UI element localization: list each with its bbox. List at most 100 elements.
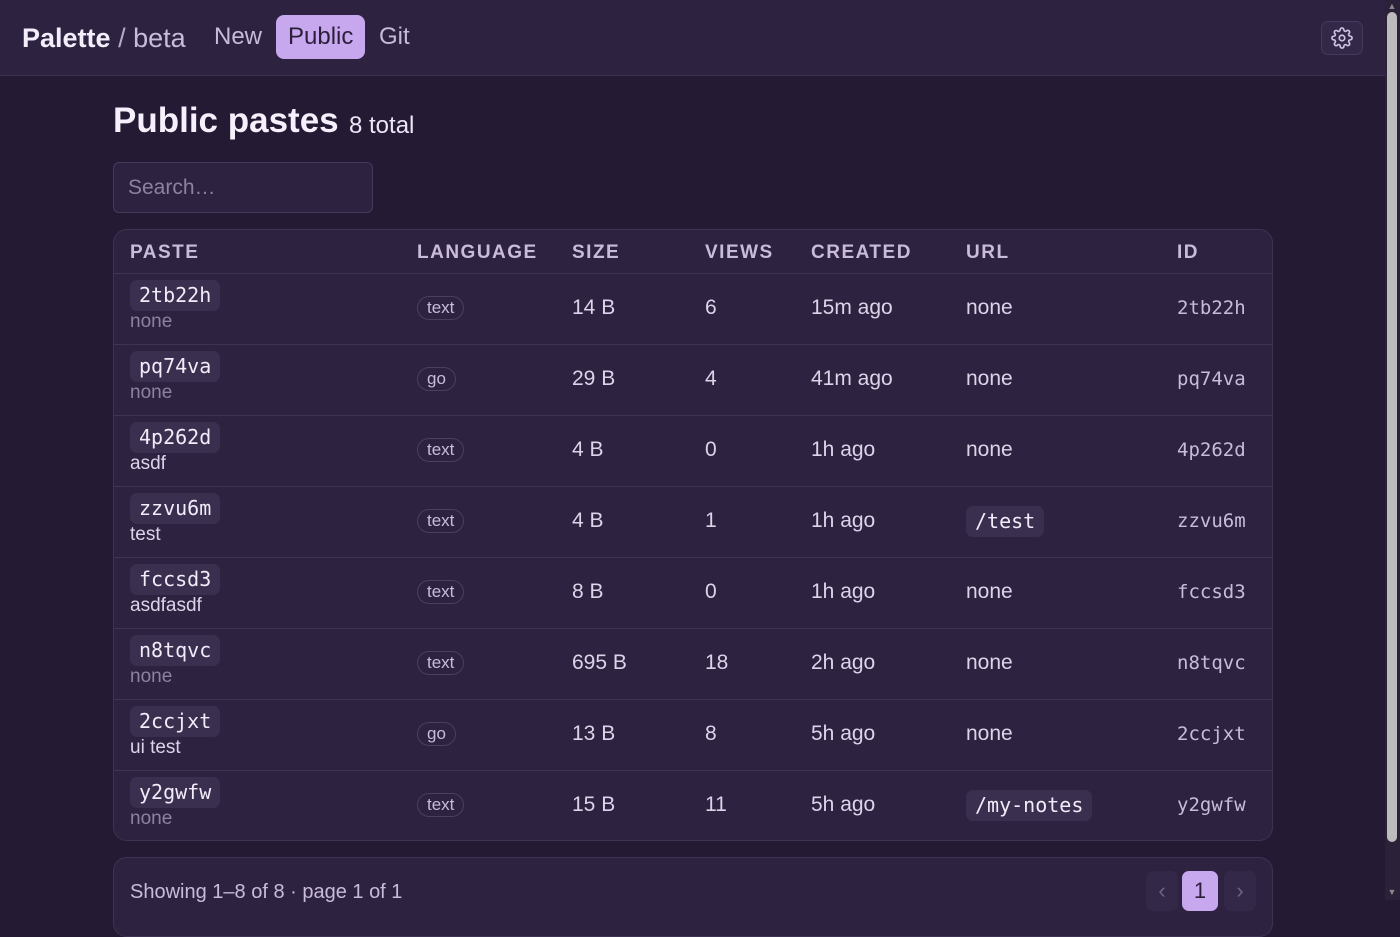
created-cell: 5h ago <box>811 793 876 816</box>
id-cell: 4p262d <box>1177 439 1246 461</box>
created-cell: 1h ago <box>811 580 876 603</box>
column-header-url[interactable]: URL <box>966 242 1010 264</box>
nav-public[interactable]: Public <box>276 15 366 59</box>
nav-new[interactable]: New <box>202 15 274 59</box>
scroll-down-arrow-icon[interactable]: ▼ <box>1387 887 1397 897</box>
table-header: PASTE LANGUAGE SIZE VIEWS CREATED URL ID <box>114 230 1272 274</box>
table-row[interactable]: fccsd3 asdfasdf text 8 B 0 1h ago none f… <box>114 557 1272 629</box>
settings-button[interactable] <box>1321 21 1363 55</box>
brand[interactable]: Palette / beta <box>22 22 186 54</box>
url-cell: none <box>966 580 1013 603</box>
paste-slug-link[interactable]: 4p262d <box>130 422 221 453</box>
language-badge: text <box>417 793 465 817</box>
paste-title: test <box>130 524 161 545</box>
size-cell: 8 B <box>572 580 604 603</box>
created-cell: 1h ago <box>811 509 876 532</box>
paste-title: none <box>130 382 173 403</box>
url-cell: none <box>966 367 1013 390</box>
custom-url-link[interactable]: /my-notes <box>966 790 1093 821</box>
paste-title: asdfasdf <box>130 595 202 616</box>
table-row[interactable]: pq74va none go 29 B 4 41m ago none pq74v… <box>114 344 1272 416</box>
url-cell: none <box>966 296 1013 319</box>
page-1-button[interactable]: 1 <box>1182 871 1218 911</box>
paste-title: none <box>130 666 173 687</box>
brand-subtitle: beta <box>133 23 186 53</box>
created-cell: 1h ago <box>811 438 876 461</box>
size-cell: 15 B <box>572 793 616 816</box>
paste-slug-link[interactable]: fccsd3 <box>130 564 221 595</box>
pagination-summary: Showing 1–8 of 8 · page 1 of 1 <box>130 881 403 903</box>
gear-icon <box>1331 27 1353 49</box>
column-header-paste[interactable]: PASTE <box>130 242 199 264</box>
views-cell: 0 <box>705 438 717 461</box>
size-cell: 695 B <box>572 651 627 674</box>
language-badge: text <box>417 509 465 533</box>
scroll-up-arrow-icon[interactable]: ▲ <box>1387 1 1397 11</box>
column-header-created[interactable]: CREATED <box>811 242 912 264</box>
paste-title: asdf <box>130 453 166 474</box>
pastes-table: PASTE LANGUAGE SIZE VIEWS CREATED URL ID… <box>113 229 1273 841</box>
paste-title: none <box>130 808 173 829</box>
size-cell: 4 B <box>572 509 604 532</box>
id-cell: 2tb22h <box>1177 297 1246 319</box>
paste-title: ui test <box>130 737 181 758</box>
top-bar: Palette / beta New Public Git <box>0 0 1385 76</box>
created-cell: 15m ago <box>811 296 893 319</box>
id-cell: n8tqvc <box>1177 652 1246 674</box>
table-row[interactable]: y2gwfw none text 15 B 11 5h ago /my-note… <box>114 770 1272 840</box>
column-header-size[interactable]: SIZE <box>572 242 620 264</box>
search-input[interactable] <box>113 162 373 213</box>
custom-url-link[interactable]: /test <box>966 506 1045 537</box>
id-cell: zzvu6m <box>1177 510 1246 532</box>
column-header-id[interactable]: ID <box>1177 242 1199 264</box>
brand-name: Palette <box>22 23 111 53</box>
size-cell: 4 B <box>572 438 604 461</box>
nav-git[interactable]: Git <box>367 15 422 59</box>
url-cell: none <box>966 722 1013 745</box>
column-header-language[interactable]: LANGUAGE <box>417 242 538 264</box>
created-cell: 41m ago <box>811 367 893 390</box>
views-cell: 6 <box>705 296 717 319</box>
id-cell: pq74va <box>1177 368 1246 390</box>
table-row[interactable]: 2ccjxt ui test go 13 B 8 5h ago none 2cc… <box>114 699 1272 771</box>
previous-page-button[interactable]: ‹ <box>1146 871 1178 911</box>
table-row[interactable]: 4p262d asdf text 4 B 0 1h ago none 4p262… <box>114 415 1272 487</box>
url-cell: none <box>966 438 1013 461</box>
paste-title: none <box>130 311 173 332</box>
brand-separator: / <box>118 23 126 53</box>
table-row[interactable]: zzvu6m test text 4 B 1 1h ago /test zzvu… <box>114 486 1272 558</box>
views-cell: 1 <box>705 509 717 532</box>
size-cell: 29 B <box>572 367 616 390</box>
language-badge: text <box>417 651 465 675</box>
paste-slug-link[interactable]: pq74va <box>130 351 221 382</box>
paste-slug-link[interactable]: zzvu6m <box>130 493 221 524</box>
views-cell: 18 <box>705 651 729 674</box>
paste-slug-link[interactable]: y2gwfw <box>130 777 221 808</box>
size-cell: 13 B <box>572 722 616 745</box>
views-cell: 8 <box>705 722 717 745</box>
size-cell: 14 B <box>572 296 616 319</box>
table-row[interactable]: 2tb22h none text 14 B 6 15m ago none 2tb… <box>114 273 1272 345</box>
language-badge: text <box>417 580 465 604</box>
id-cell: fccsd3 <box>1177 581 1246 603</box>
language-badge: text <box>417 296 465 320</box>
views-cell: 0 <box>705 580 717 603</box>
language-badge: go <box>417 722 456 746</box>
paste-slug-link[interactable]: 2ccjxt <box>130 706 221 737</box>
views-cell: 11 <box>705 793 727 816</box>
pagination-bar: Showing 1–8 of 8 · page 1 of 1 ‹ 1 › <box>113 857 1273 937</box>
table-row[interactable]: n8tqvc none text 695 B 18 2h ago none n8… <box>114 628 1272 700</box>
created-cell: 2h ago <box>811 651 876 674</box>
created-cell: 5h ago <box>811 722 876 745</box>
id-cell: 2ccjxt <box>1177 723 1246 745</box>
page-title: Public pastes <box>113 101 339 140</box>
language-badge: text <box>417 438 465 462</box>
next-page-button[interactable]: › <box>1224 871 1256 911</box>
paste-slug-link[interactable]: n8tqvc <box>130 635 221 666</box>
url-cell: none <box>966 651 1013 674</box>
column-header-views[interactable]: VIEWS <box>705 242 774 264</box>
id-cell: y2gwfw <box>1177 794 1246 816</box>
paste-slug-link[interactable]: 2tb22h <box>130 280 221 311</box>
scrollbar-thumb[interactable] <box>1387 12 1397 842</box>
views-cell: 4 <box>705 367 717 390</box>
